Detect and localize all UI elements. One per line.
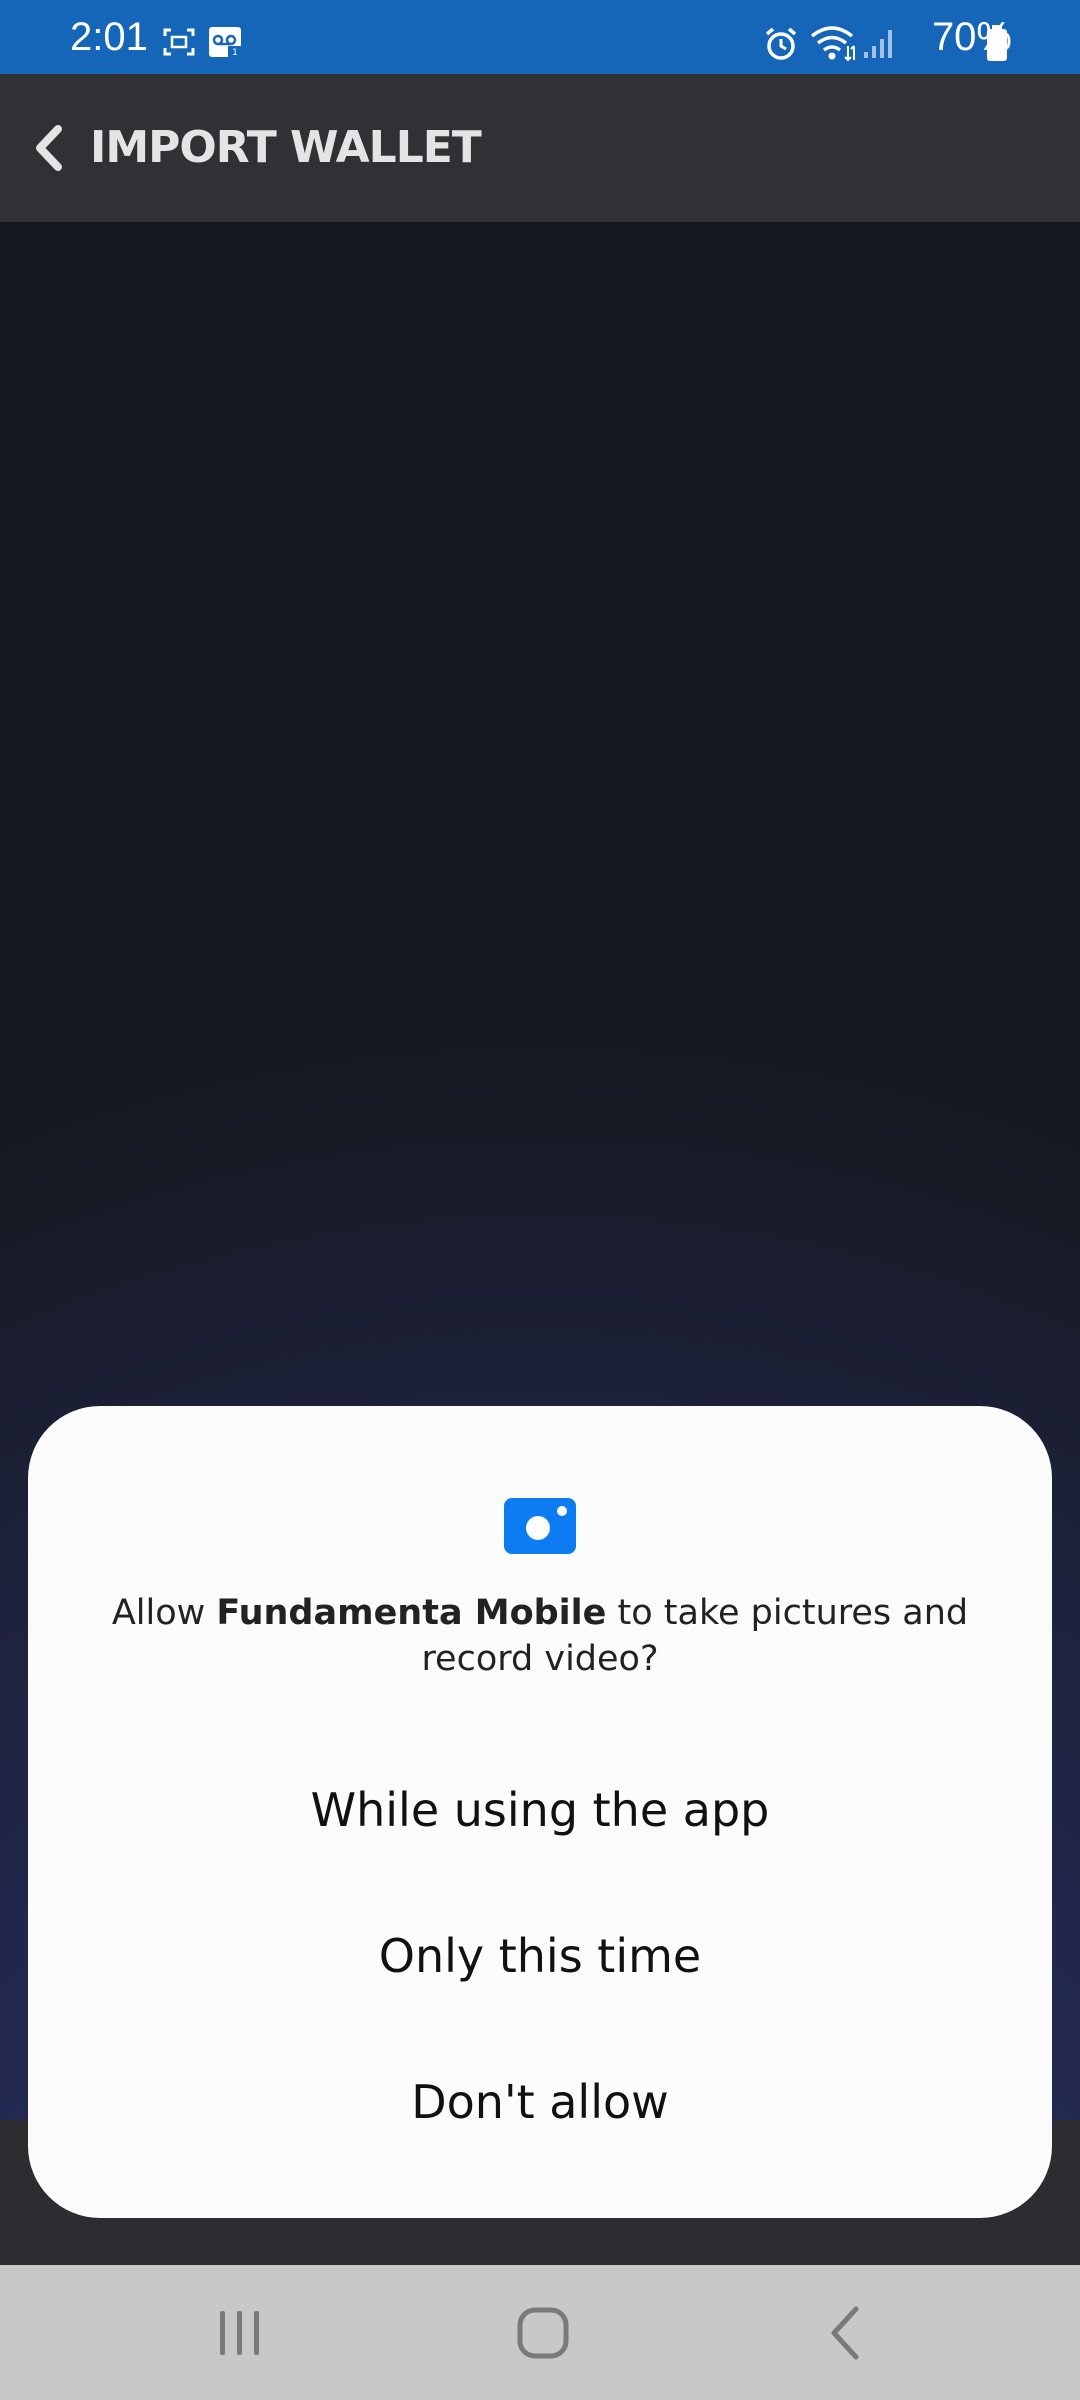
status-time: 2:01 [70,15,148,59]
recent-apps-button[interactable] [170,2265,310,2400]
while-using-app-button[interactable]: While using the app [28,1750,1052,1870]
status-bar: 2:01 1 70% [0,0,1080,74]
voicemail-icon: 1 [208,26,244,63]
permission-dialog: Allow Fundamenta Mobile to take pictures… [28,1406,1052,2218]
recent-apps-icon [220,2310,259,2355]
screenshot-icon [163,28,195,61]
app-name: Fundamenta Mobile [216,1593,607,1633]
page-title: IMPORT WALLET [90,122,482,173]
camera-icon [504,1498,576,1554]
home-icon [517,2307,569,2358]
only-this-time-button[interactable]: Only this time [28,1896,1052,2016]
app-header: IMPORT WALLET [0,74,1080,222]
back-icon [831,2306,859,2359]
wifi-icon [810,24,856,67]
svg-text:1: 1 [232,48,238,58]
back-button[interactable] [18,118,78,178]
battery-icon [986,24,1008,67]
navigation-bar [0,2265,1080,2400]
screen: 2:01 1 70% IMPORT WALLET Allow Fundament… [0,0,1080,2400]
message-prefix: Allow [111,1593,217,1633]
system-back-button[interactable] [776,2265,916,2400]
home-button[interactable] [473,2265,613,2400]
dont-allow-button[interactable]: Don't allow [28,2042,1052,2162]
alarm-icon [763,26,799,67]
permission-message: Allow Fundamenta Mobile to take pictures… [88,1590,992,1682]
signal-icon [862,26,896,65]
chevron-left-icon [36,125,62,171]
